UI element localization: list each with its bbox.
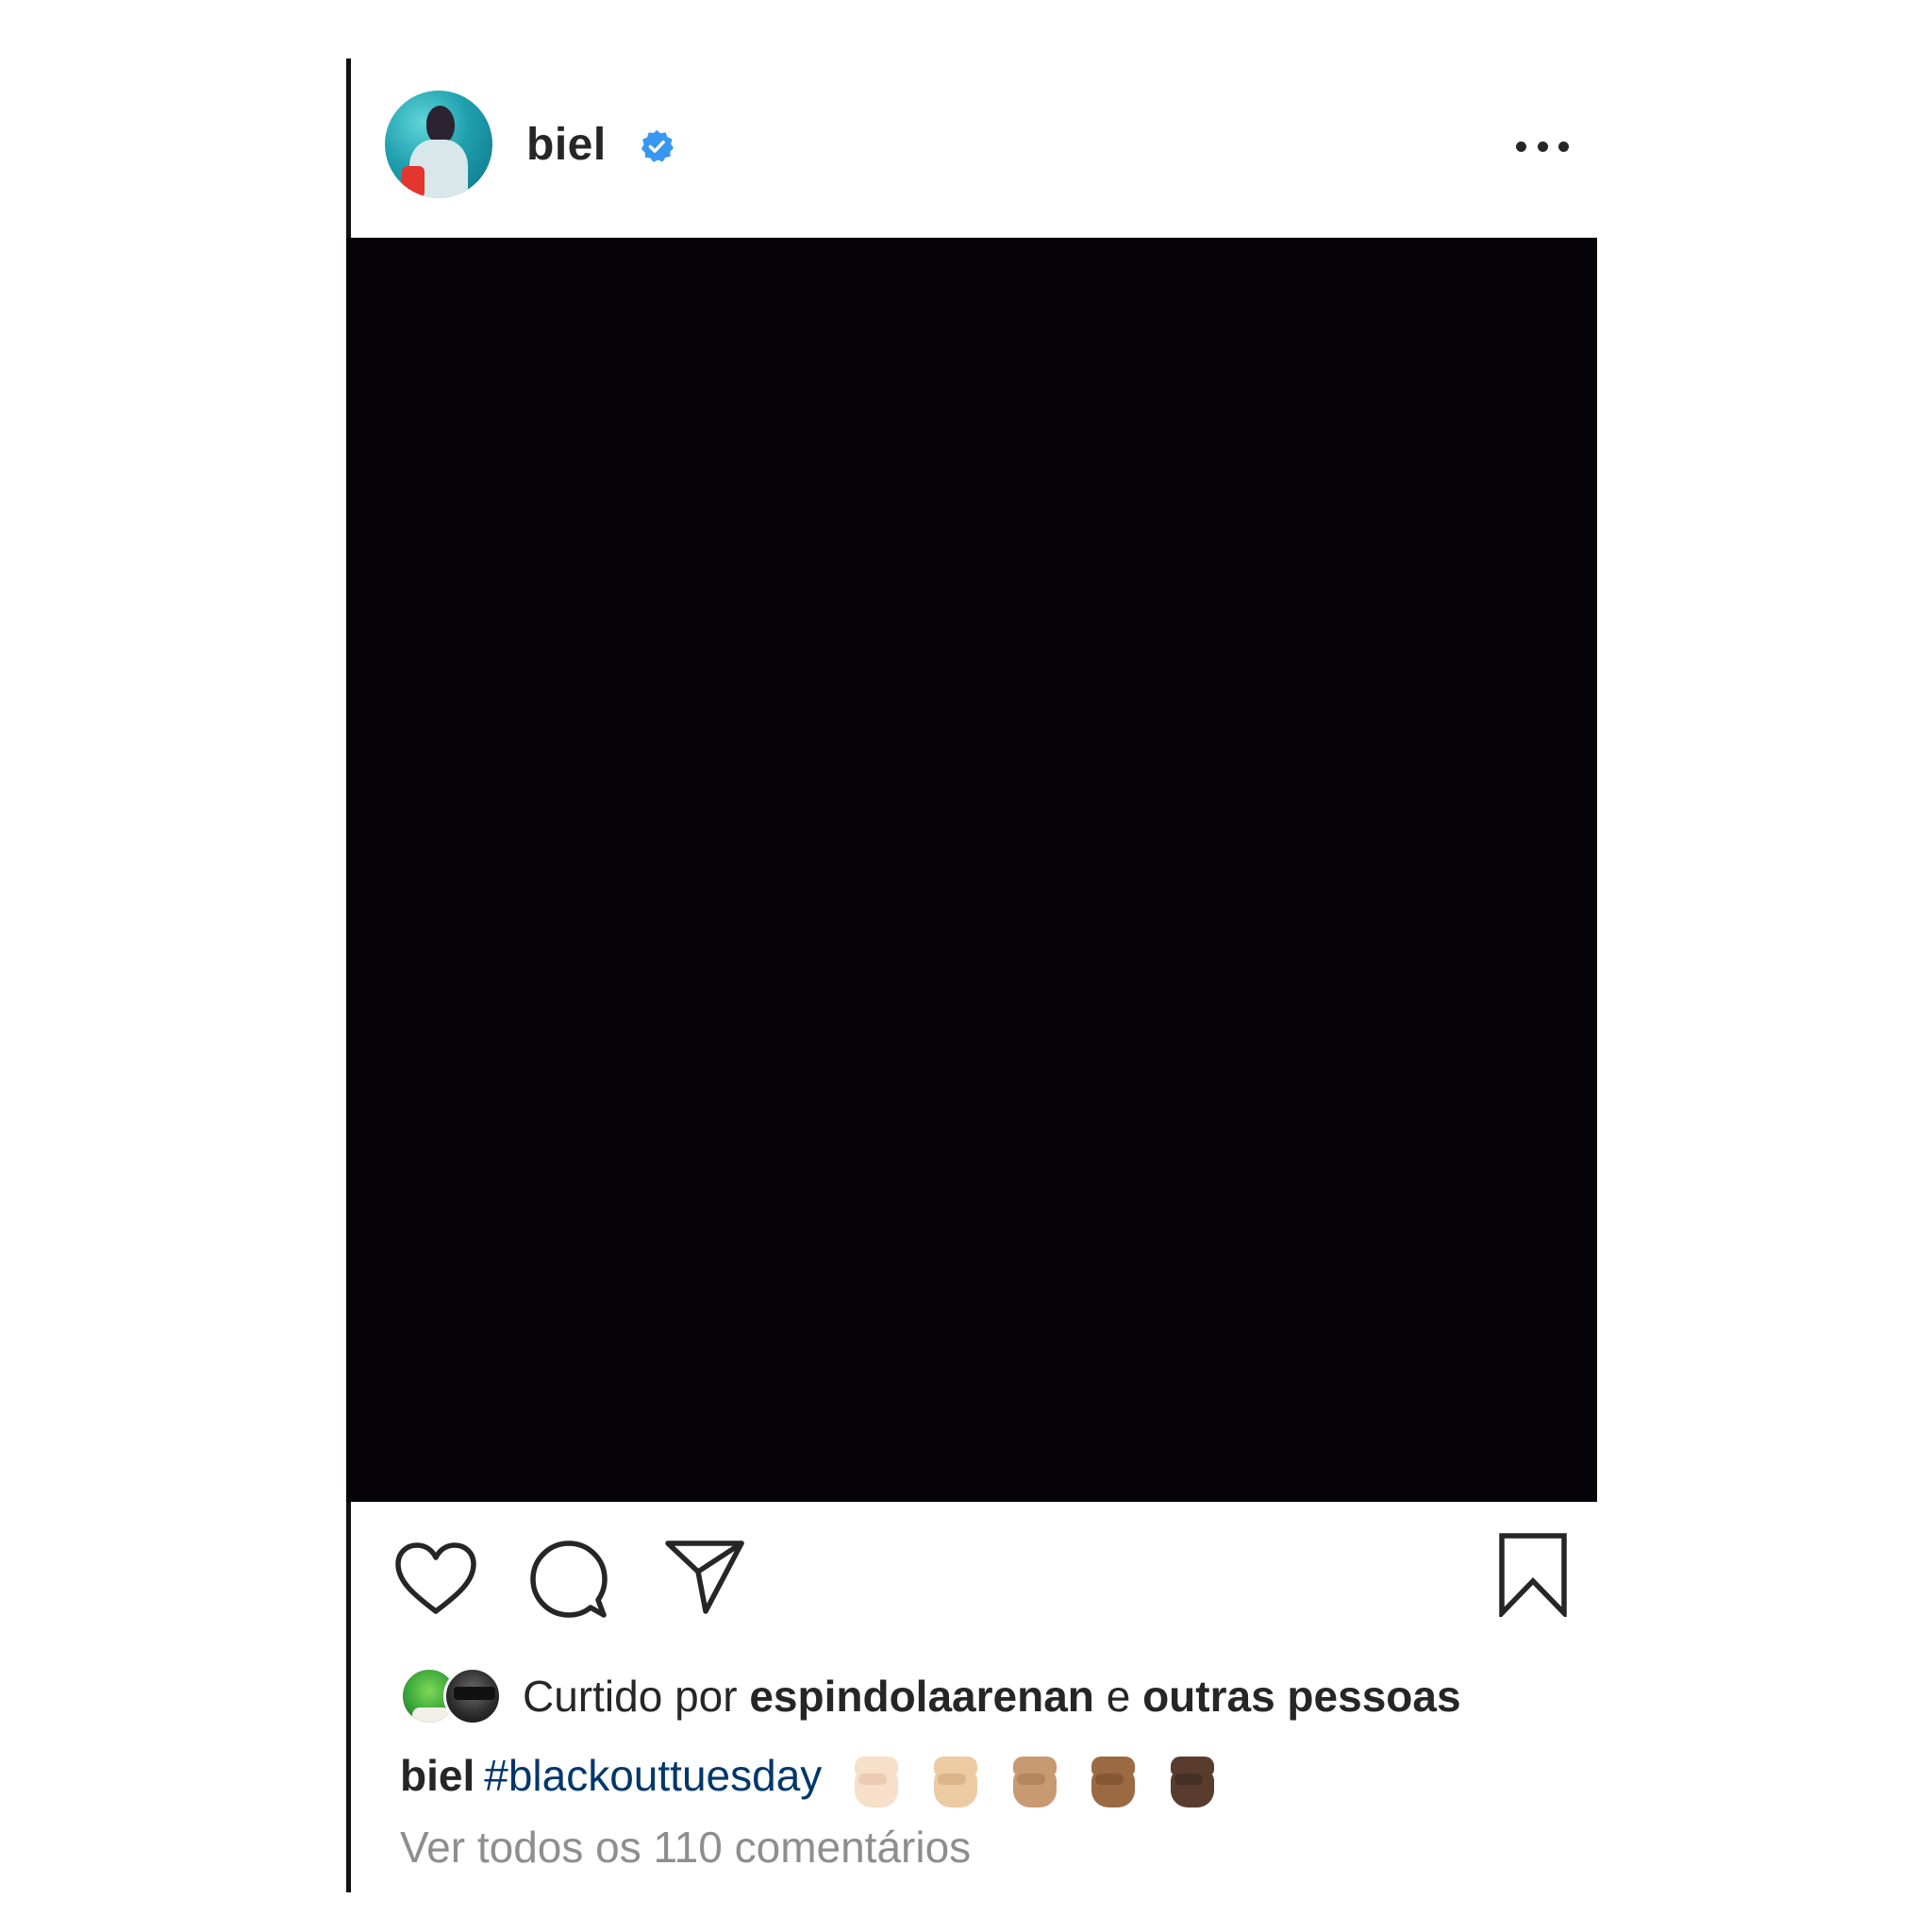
paper-plane-icon[interactable]: [664, 1538, 745, 1617]
more-dot: [1537, 141, 1548, 152]
heart-icon[interactable]: [394, 1541, 477, 1617]
post-caption: biel #blackouttuesday: [400, 1745, 1234, 1809]
raised-fist-emoji-medium: [1009, 1755, 1060, 1809]
caption-username[interactable]: biel: [400, 1751, 475, 1800]
more-options-icon[interactable]: [1516, 134, 1569, 158]
raised-fist-emoji-medium-dark: [1088, 1755, 1139, 1809]
raised-fist-emoji-dark: [1167, 1755, 1218, 1809]
likes-row: Curtido por espindolaarenan e outras pes…: [400, 1667, 1589, 1733]
comment-icon[interactable]: [530, 1540, 608, 1619]
post-header: biel: [351, 58, 1597, 238]
post-username[interactable]: biel: [526, 119, 607, 171]
bookmark-icon[interactable]: [1497, 1532, 1569, 1617]
instagram-post: biel Curtido por espindolaarenan e outra…: [346, 58, 1597, 1872]
likes-others[interactable]: outras pessoas: [1142, 1672, 1460, 1721]
verified-badge-icon: [641, 129, 675, 162]
profile-avatar[interactable]: [385, 91, 492, 198]
liker-avatar[interactable]: [443, 1667, 502, 1725]
avatar-accent-shape: [402, 166, 425, 198]
view-all-comments-link[interactable]: Ver todos os 110 comentários: [400, 1819, 971, 1875]
more-dot: [1516, 141, 1526, 152]
more-dot: [1558, 141, 1569, 152]
caption-emojis: [851, 1748, 1234, 1809]
caption-hashtag[interactable]: #blackouttuesday: [484, 1751, 822, 1800]
raised-fist-emoji-medium-light: [930, 1755, 981, 1809]
liker-username[interactable]: espindolaarenan: [749, 1672, 1094, 1721]
post-actions-bar: [351, 1532, 1597, 1636]
post-image[interactable]: [346, 238, 1597, 1502]
likes-summary[interactable]: Curtido por espindolaarenan e outras pes…: [523, 1669, 1461, 1724]
raised-fist-emoji-light: [851, 1755, 902, 1809]
likes-connector: e: [1106, 1672, 1131, 1721]
likes-prefix: Curtido por: [523, 1672, 738, 1721]
avatar-head-shape: [426, 106, 455, 143]
